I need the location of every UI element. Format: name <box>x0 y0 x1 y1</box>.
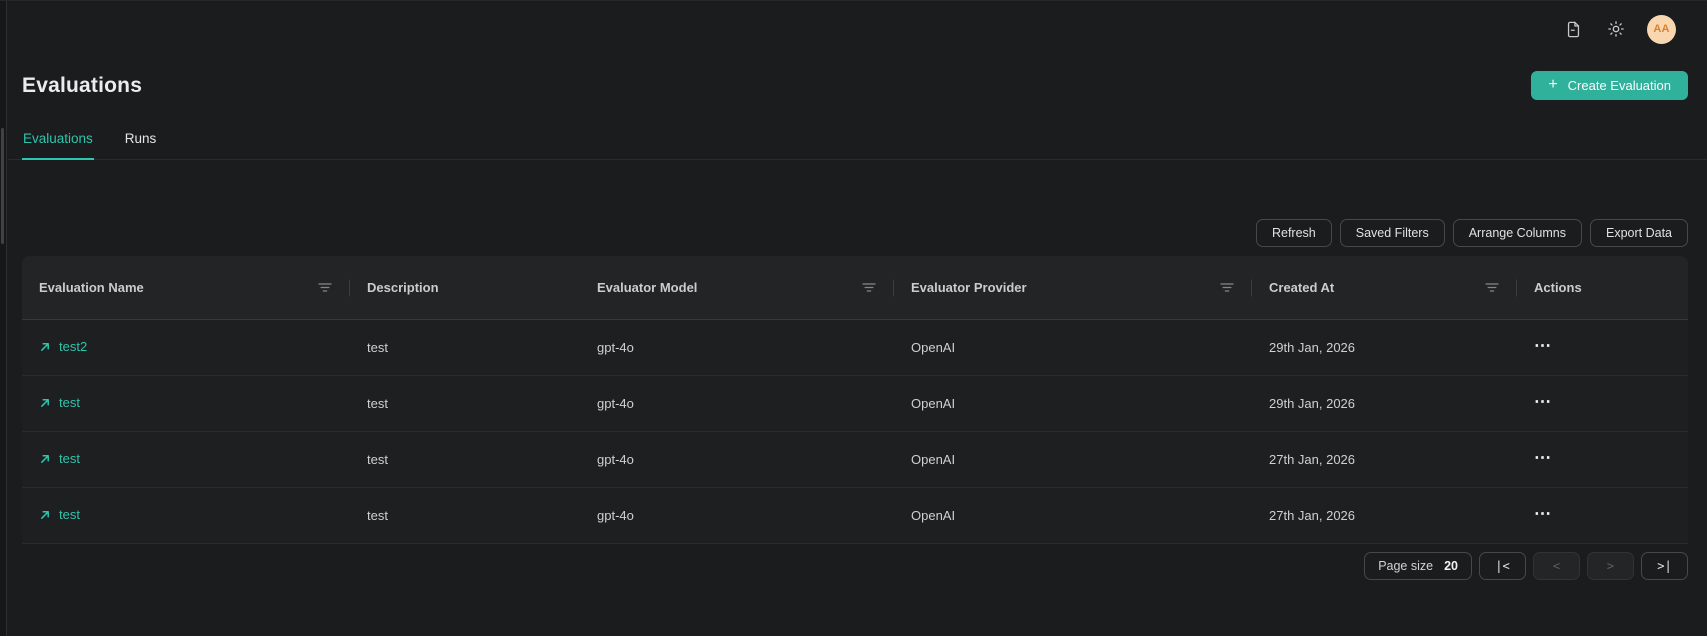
filter-icon[interactable] <box>1218 281 1236 294</box>
arrow-up-right-icon <box>41 510 49 519</box>
evaluation-name: test <box>59 395 80 411</box>
created-at-cell: 27th Jan, 2026 <box>1269 452 1356 467</box>
table-row: test test gpt-4o OpenAI 29th Jan, 2026 ⋯ <box>22 376 1688 432</box>
evaluation-link[interactable]: test2 <box>39 339 87 354</box>
ellipsis-icon[interactable]: ⋯ <box>1534 503 1556 528</box>
column-header-description: Description <box>350 256 580 319</box>
avatar-initials: AA <box>1653 23 1670 35</box>
evaluation-name: test <box>59 507 80 523</box>
column-header-actions: Actions <box>1517 256 1688 319</box>
column-header-evaluator-provider: Evaluator Provider <box>894 256 1252 319</box>
table-row: test test gpt-4o OpenAI 27th Jan, 2026 ⋯ <box>22 488 1688 544</box>
saved-filters-button[interactable]: Saved Filters <box>1339 219 1445 247</box>
evaluation-link[interactable]: test <box>39 451 80 466</box>
evaluation-name: test2 <box>59 339 88 355</box>
tab-runs[interactable]: Runs <box>124 131 158 159</box>
column-label: Evaluator Model <box>597 280 698 295</box>
scrollbar-thumb[interactable] <box>1 128 4 244</box>
last-page-button[interactable]: >| <box>1641 552 1688 580</box>
evaluation-link[interactable]: test <box>39 507 80 522</box>
tab-evaluations[interactable]: Evaluations <box>22 131 94 160</box>
tab-bar: Evaluations Runs <box>8 131 1707 160</box>
description-cell: test <box>367 396 388 411</box>
avatar[interactable]: AA <box>1647 14 1676 44</box>
export-data-button[interactable]: Export Data <box>1589 219 1688 247</box>
ellipsis-icon[interactable]: ⋯ <box>1534 391 1556 416</box>
column-label: Created At <box>1269 280 1335 295</box>
evaluator-model-cell: gpt-4o <box>597 452 634 467</box>
previous-page-button: < <box>1533 552 1580 580</box>
plus-icon: + <box>1548 76 1558 93</box>
table-row: test2 test gpt-4o OpenAI 29th Jan, 2026 … <box>22 320 1688 376</box>
page-size-value: 20 <box>1444 559 1458 573</box>
topbar: AA <box>22 1 1688 57</box>
filter-icon[interactable] <box>316 281 334 294</box>
arrow-up-right-icon <box>41 454 49 463</box>
refresh-button[interactable]: Refresh <box>1255 219 1332 247</box>
column-label: Description <box>367 280 439 295</box>
evaluator-provider-cell: OpenAI <box>911 452 956 467</box>
create-evaluation-label: Create Evaluation <box>1567 78 1671 93</box>
table-row: test test gpt-4o OpenAI 27th Jan, 2026 ⋯ <box>22 432 1688 488</box>
evaluator-provider-cell: OpenAI <box>911 396 956 411</box>
arrow-up-right-icon <box>41 342 49 351</box>
evaluations-page: AA Evaluations + Create Evaluation Evalu… <box>8 1 1707 636</box>
arrange-columns-button[interactable]: Arrange Columns <box>1452 219 1582 247</box>
table-header-row: Evaluation Name Description Evaluator Mo… <box>22 256 1688 320</box>
table-toolbar: Refresh Saved Filters Arrange Columns Ex… <box>22 219 1688 247</box>
column-header-evaluation-name: Evaluation Name <box>22 256 350 319</box>
create-evaluation-button[interactable]: + Create Evaluation <box>1531 71 1688 100</box>
ellipsis-icon[interactable]: ⋯ <box>1534 335 1556 360</box>
arrow-up-right-icon <box>41 398 49 407</box>
evaluation-name: test <box>59 451 80 467</box>
description-cell: test <box>367 452 388 467</box>
page-size-selector[interactable]: Page size 20 <box>1364 552 1472 580</box>
description-cell: test <box>367 508 388 523</box>
sun-icon[interactable] <box>1604 17 1628 41</box>
pagination-bar: Page size 20 |< < > >| <box>22 552 1688 580</box>
created-at-cell: 29th Jan, 2026 <box>1269 340 1356 355</box>
evaluator-provider-cell: OpenAI <box>911 508 956 523</box>
page-header: Evaluations + Create Evaluation <box>22 71 1688 100</box>
column-label: Evaluator Provider <box>911 280 1027 295</box>
filter-icon[interactable] <box>860 281 878 294</box>
evaluator-model-cell: gpt-4o <box>597 508 634 523</box>
created-at-cell: 27th Jan, 2026 <box>1269 508 1356 523</box>
next-page-button: > <box>1587 552 1634 580</box>
description-cell: test <box>367 340 388 355</box>
document-icon[interactable] <box>1561 17 1585 41</box>
created-at-cell: 29th Jan, 2026 <box>1269 396 1356 411</box>
column-label: Actions <box>1534 280 1582 295</box>
left-scrollbar-rail <box>0 1 7 636</box>
filter-icon[interactable] <box>1483 281 1501 294</box>
page-size-label: Page size <box>1378 559 1434 573</box>
ellipsis-icon[interactable]: ⋯ <box>1534 447 1556 472</box>
column-header-evaluator-model: Evaluator Model <box>580 256 894 319</box>
evaluator-model-cell: gpt-4o <box>597 340 634 355</box>
first-page-button[interactable]: |< <box>1479 552 1526 580</box>
column-header-created-at: Created At <box>1252 256 1517 319</box>
page-title: Evaluations <box>22 73 143 97</box>
column-label: Evaluation Name <box>39 280 144 295</box>
evaluation-link[interactable]: test <box>39 395 80 410</box>
evaluator-provider-cell: OpenAI <box>911 340 956 355</box>
evaluations-table: Evaluation Name Description Evaluator Mo… <box>22 256 1688 544</box>
evaluator-model-cell: gpt-4o <box>597 396 634 411</box>
